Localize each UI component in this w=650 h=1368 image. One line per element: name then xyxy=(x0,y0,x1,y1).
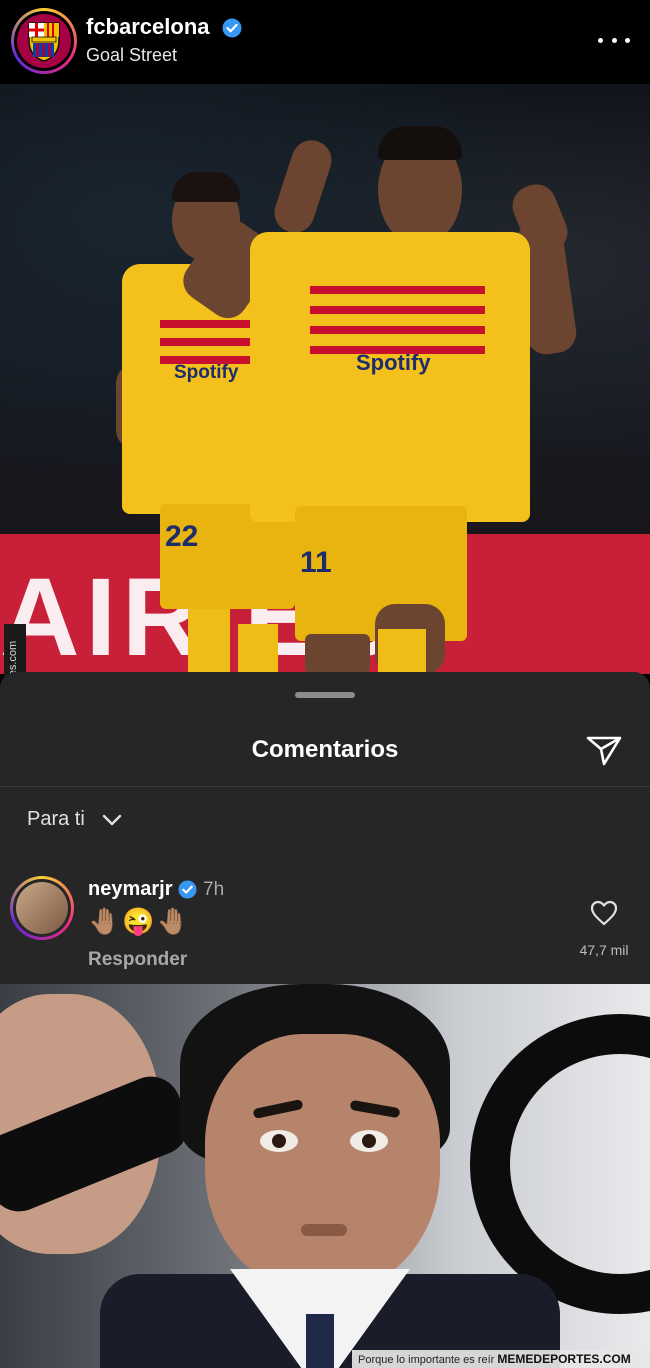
divider xyxy=(0,786,650,787)
sponsor-front: Spotify xyxy=(356,350,431,375)
heart-icon[interactable] xyxy=(590,900,618,926)
comment-avatar[interactable] xyxy=(10,876,74,940)
number-front: 11 xyxy=(300,546,332,579)
verified-badge-icon xyxy=(222,18,242,38)
post-photo[interactable]: AIR ES Spotify 22 Spotify 11 xyxy=(0,84,650,674)
post-username[interactable]: fcbarcelona xyxy=(86,14,210,40)
comment-username[interactable]: neymarjr xyxy=(88,878,173,901)
verified-badge-icon xyxy=(178,880,197,899)
sort-filter-button[interactable]: Para ti xyxy=(27,808,85,831)
like-count: 47,7 mil xyxy=(579,942,629,958)
man-face xyxy=(205,1034,440,1294)
comments-title: Comentarios xyxy=(251,736,399,763)
more-options-icon[interactable] xyxy=(598,30,630,50)
background-logo-ring xyxy=(470,1014,650,1314)
post-location[interactable]: Goal Street xyxy=(86,45,177,66)
send-icon[interactable] xyxy=(584,730,624,770)
chevron-down-icon[interactable] xyxy=(102,812,122,828)
reaction-photo xyxy=(0,984,650,1368)
comments-sheet: Comentarios Para ti neymarjr 7h 🤚🏽😜🤚🏽 Re… xyxy=(0,672,650,984)
tie xyxy=(306,1314,334,1368)
footer-watermark: Porque lo importante es reír MEMEDEPORTE… xyxy=(352,1350,650,1368)
sponsor-back: Spotify xyxy=(174,362,239,383)
comment-timestamp: 7h xyxy=(203,879,225,900)
post-header: fcbarcelona Goal Street xyxy=(0,0,650,84)
fcb-crest-icon xyxy=(17,14,71,68)
avatar-photo xyxy=(16,882,68,934)
comment-text: 🤚🏽😜🤚🏽 xyxy=(88,906,192,936)
number-back: 22 xyxy=(165,520,199,553)
profile-avatar[interactable] xyxy=(11,8,77,74)
reply-button[interactable]: Responder xyxy=(88,949,187,971)
drag-handle[interactable] xyxy=(295,692,355,698)
